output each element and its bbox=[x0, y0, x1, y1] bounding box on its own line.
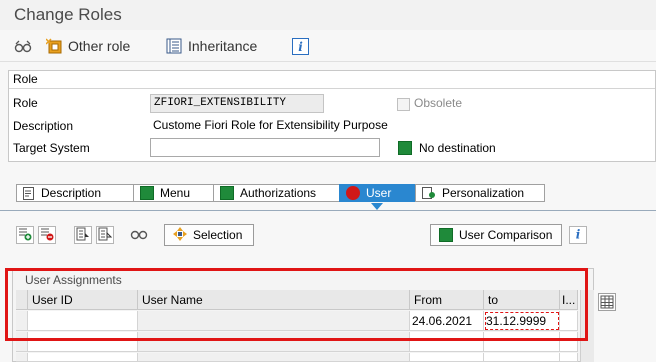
information-button[interactable]: i bbox=[292, 35, 309, 57]
page-title: Change Roles bbox=[14, 5, 122, 24]
other-role-icon bbox=[45, 38, 62, 54]
column-header-i[interactable]: I... bbox=[560, 290, 578, 310]
user-comparison-button[interactable]: User Comparison bbox=[430, 224, 562, 246]
user-name-cell bbox=[138, 332, 410, 352]
user-assignments-table: User ID User Name From to I... 24.06.202… bbox=[16, 290, 578, 362]
status-green-icon bbox=[398, 141, 412, 155]
column-header-from[interactable]: From bbox=[410, 290, 484, 310]
user-assignments-title: User Assignments bbox=[25, 273, 122, 287]
user-comparison-label: User Comparison bbox=[459, 228, 553, 242]
tab-user[interactable]: User bbox=[339, 184, 415, 202]
to-date-cell[interactable] bbox=[484, 353, 560, 362]
select-all-icon bbox=[76, 227, 90, 244]
document-icon bbox=[23, 187, 35, 200]
user-id-cell[interactable] bbox=[28, 332, 138, 352]
user-tab-info-button[interactable]: i bbox=[569, 226, 587, 244]
display-change-toggle-button[interactable] bbox=[14, 35, 32, 57]
tab-personalization-label: Personalization bbox=[442, 186, 525, 200]
from-date-cell[interactable] bbox=[410, 332, 484, 352]
detail-view-button[interactable] bbox=[130, 226, 148, 244]
user-id-cell[interactable] bbox=[28, 311, 138, 331]
other-role-label: Other role bbox=[68, 38, 131, 54]
role-field: ZFIORI_EXTENSIBILITY bbox=[150, 94, 324, 113]
deselect-all-button[interactable] bbox=[96, 226, 114, 244]
obsolete-checkbox[interactable] bbox=[397, 98, 410, 111]
deselect-all-icon bbox=[98, 227, 113, 244]
tab-menu-label: Menu bbox=[160, 186, 191, 200]
role-group-header: Role bbox=[9, 71, 655, 89]
delete-row-button[interactable] bbox=[38, 226, 56, 244]
glasses-icon bbox=[14, 38, 32, 54]
delete-row-icon bbox=[40, 227, 54, 244]
selection-icon bbox=[173, 226, 187, 244]
to-date-cell[interactable] bbox=[484, 332, 560, 352]
menu-status-green-icon bbox=[140, 186, 154, 200]
insert-row-icon bbox=[18, 227, 32, 244]
user-comparison-green-icon bbox=[439, 228, 453, 242]
svg-text:i: i bbox=[298, 40, 303, 54]
application-toolbar: Other role Inheritance i bbox=[0, 30, 656, 62]
info-icon: i bbox=[292, 38, 309, 55]
inheritance-icon bbox=[166, 38, 182, 54]
from-date-cell[interactable] bbox=[410, 353, 484, 362]
table-vertical-scrollbar[interactable] bbox=[580, 290, 594, 362]
from-date-cell[interactable]: 24.06.2021 bbox=[410, 311, 484, 331]
other-role-button[interactable]: Other role bbox=[45, 35, 131, 57]
tab-authorizations[interactable]: Authorizations bbox=[213, 184, 339, 202]
target-system-label: Target System bbox=[13, 141, 90, 155]
table-settings-icon bbox=[599, 295, 615, 313]
tab-divider bbox=[0, 210, 656, 211]
no-destination-label: No destination bbox=[419, 141, 496, 155]
tab-menu[interactable]: Menu bbox=[133, 184, 213, 202]
tab-description[interactable]: Description bbox=[16, 184, 133, 202]
tab-user-label: User bbox=[366, 186, 392, 200]
indicator-cell[interactable] bbox=[560, 353, 578, 362]
column-header-to[interactable]: to bbox=[484, 290, 560, 310]
user-name-cell bbox=[138, 311, 410, 331]
insert-row-button[interactable] bbox=[16, 226, 34, 244]
role-label: Role bbox=[13, 96, 38, 110]
row-selector[interactable] bbox=[16, 332, 28, 352]
inheritance-button[interactable]: Inheritance bbox=[166, 35, 257, 57]
svg-text:i: i bbox=[576, 227, 581, 241]
selection-label: Selection bbox=[193, 228, 243, 242]
column-header-user-name[interactable]: User Name bbox=[138, 290, 410, 310]
description-label: Description bbox=[13, 119, 74, 133]
column-header-user-id[interactable]: User ID bbox=[28, 290, 138, 310]
user-id-cell[interactable] bbox=[28, 353, 138, 362]
indicator-cell[interactable] bbox=[560, 311, 578, 331]
target-system-input[interactable] bbox=[150, 138, 380, 157]
indicator-cell[interactable] bbox=[560, 332, 578, 352]
user-status-red-icon bbox=[346, 186, 360, 200]
row-selector[interactable] bbox=[16, 353, 28, 362]
tab-personalization[interactable]: Personalization bbox=[415, 184, 545, 202]
inheritance-label: Inheritance bbox=[188, 38, 258, 54]
authorizations-status-green-icon bbox=[220, 186, 234, 200]
row-selector-header[interactable] bbox=[16, 290, 28, 310]
selection-button[interactable]: Selection bbox=[164, 224, 254, 246]
personalization-icon bbox=[422, 186, 436, 200]
tab-authorizations-label: Authorizations bbox=[240, 186, 317, 200]
active-tab-indicator bbox=[371, 203, 383, 210]
tab-strip: Description Menu Authorizations User Per… bbox=[16, 184, 545, 202]
user-name-cell bbox=[138, 353, 410, 362]
title-bar: Change Roles bbox=[0, 0, 656, 30]
info-icon: i bbox=[571, 227, 585, 244]
row-selector[interactable] bbox=[16, 311, 28, 331]
role-group-box: Role Role ZFIORI_EXTENSIBILITY Obsolete … bbox=[8, 70, 656, 162]
to-date-cell[interactable]: 31.12.9999 bbox=[484, 311, 560, 331]
description-field[interactable]: Custome Fiori Role for Extensibility Pur… bbox=[150, 117, 550, 136]
select-all-button[interactable] bbox=[74, 226, 92, 244]
obsolete-label: Obsolete bbox=[414, 96, 463, 110]
tab-description-label: Description bbox=[41, 186, 102, 200]
glasses-icon bbox=[130, 227, 148, 244]
table-settings-button[interactable] bbox=[598, 293, 616, 311]
